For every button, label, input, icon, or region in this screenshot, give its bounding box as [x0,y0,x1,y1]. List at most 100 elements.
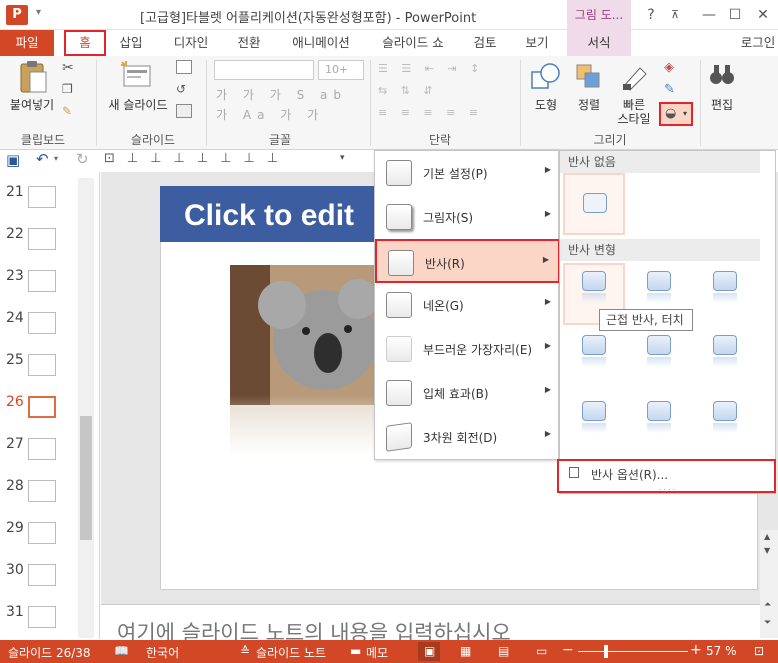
customize-qat-icon[interactable]: ▾ [340,153,345,163]
reset-icon[interactable]: ↺ [176,82,192,96]
language-indicator[interactable]: 한국어 [146,644,179,661]
no-reflection-option[interactable] [563,173,625,235]
section-icon[interactable] [176,104,192,118]
zoom-level[interactable]: 57 % [706,644,737,658]
slideshow-icon[interactable]: ▭ [536,644,547,658]
edit-button-label[interactable]: 편집 [706,96,738,113]
slide-thumbnail[interactable] [28,354,56,376]
menu-item-soft-edges[interactable]: 부드러운 가장자리(E) ▶ [375,327,560,371]
reflection-swatch[interactable] [713,401,737,421]
zoom-out-button[interactable]: − [562,642,574,658]
tab-slideshow[interactable]: 슬라이드 쇼 [380,30,446,56]
slide-thumbnail[interactable] [28,270,56,292]
koala-picture[interactable] [230,265,380,455]
scroll-up-icon[interactable]: ▲ [764,532,770,541]
menu-item-bevel[interactable]: 입체 효과(B) ▶ [375,371,560,415]
minimize-button[interactable]: — [698,4,720,26]
reading-view-icon[interactable]: ▤ [498,644,509,658]
comments-toggle[interactable]: 메모 [366,644,388,661]
slide-thumbnail[interactable] [28,438,56,460]
new-slide-button-label[interactable]: 새 슬라이드 [104,96,172,113]
ribbon-display-options-icon[interactable]: ⊼ [664,4,686,26]
slide-thumbnail-selected[interactable] [28,396,56,418]
zoom-in-button[interactable]: + [690,642,702,658]
slide-thumbnail[interactable] [28,480,56,502]
tab-animations[interactable]: 애니메이션 [290,30,352,56]
maximize-button[interactable]: ☐ [724,4,746,26]
shape-outline-icon[interactable]: ✎ [664,82,684,98]
menu-item-shadow[interactable]: 그림자(S) ▶ [375,195,560,239]
qat-align-tools[interactable]: ⊡⊥⊥⊥⊥⊥⊥⊥ [104,151,290,166]
shapes-button-label[interactable]: 도형 [530,96,562,113]
tab-view[interactable]: 보기 [524,30,550,56]
font-size-field[interactable]: 10+ [318,60,364,80]
qat-menu-icon[interactable]: ▾ [36,7,50,21]
tab-format[interactable]: 서식 [567,30,631,56]
menu-item-preset[interactable]: 기본 설정(P) ▶ [375,151,560,195]
shapes-icon[interactable] [530,62,562,92]
tab-home[interactable]: 홈 [64,30,106,56]
slide-thumbnail[interactable] [28,606,56,628]
font-name-field[interactable] [214,60,314,80]
reflection-swatch[interactable] [582,271,606,291]
slide-sorter-icon[interactable]: ▦ [460,644,471,658]
prev-slide-icon[interactable]: ⏶ [764,600,771,610]
save-icon[interactable]: ▣ [6,151,20,169]
copy-icon[interactable]: ❐ [62,82,78,98]
reflection-swatch[interactable] [647,335,671,355]
paste-button-label[interactable]: 붙여넣기 [7,96,57,113]
fit-to-window-icon[interactable]: ⊡ [754,644,764,658]
reflection-swatch[interactable] [647,401,671,421]
chevron-down-icon[interactable]: ▾ [54,154,58,163]
menu-item-3d-rotation[interactable]: 3차원 회전(D) ▶ [375,415,560,459]
format-painter-icon[interactable]: ✎ [62,104,78,120]
notes-toggle[interactable]: 슬라이드 노트 [256,644,326,661]
spell-check-icon[interactable]: 📖 [114,644,129,658]
tab-file[interactable]: 파일 [0,30,54,56]
shape-fill-icon[interactable]: ◈ [664,60,684,76]
login-link[interactable]: 로그인 [738,30,778,56]
cut-icon[interactable]: ✂ [62,60,78,76]
slide-thumbnail[interactable] [28,186,56,208]
reflection-swatch[interactable] [713,335,737,355]
paste-icon[interactable] [18,60,48,94]
quick-styles-icon[interactable] [620,62,650,92]
reflection-swatch[interactable] [582,401,606,421]
slide-thumbnail[interactable] [28,228,56,250]
tab-insert[interactable]: 삽입 [118,30,144,56]
picture-effects-button[interactable]: ◒ ▾ [659,102,693,126]
arrange-icon[interactable] [574,62,604,92]
notes-toggle-icon[interactable]: ≙ [240,644,250,658]
thumbnails-scrollbar[interactable] [78,178,94,638]
slide-thumbnail[interactable] [28,522,56,544]
quick-styles-label-2[interactable]: 스타일 [610,110,658,127]
tab-review[interactable]: 검토 [470,30,500,56]
canvas-scrollbar[interactable]: ▲ ▼ ⏶ ⏷ [760,530,778,638]
help-button[interactable]: ? [640,4,662,26]
zoom-slider-track[interactable] [578,651,688,652]
menu-item-glow[interactable]: 네온(G) ▶ [375,283,560,327]
new-slide-icon[interactable] [120,60,154,90]
binoculars-icon[interactable] [708,62,736,88]
comments-icon[interactable]: ▬ [350,644,361,658]
reflection-swatch[interactable] [713,271,737,291]
undo-icon[interactable]: ↶ [36,150,49,168]
layout-icon[interactable] [176,60,192,74]
reflection-swatch[interactable] [647,271,671,291]
menu-item-reflection[interactable]: 반사(R) ▶ [375,239,560,283]
resize-grip-icon[interactable]: .... [659,483,677,492]
slide-thumbnail[interactable] [28,564,56,586]
close-button[interactable]: ✕ [752,4,774,26]
tab-design[interactable]: 디자인 [172,30,210,56]
reflection-swatch[interactable] [582,335,606,355]
reflection-options-item[interactable]: 반사 옵션(R)... .... [557,459,776,493]
arrange-button-label[interactable]: 정렬 [572,96,606,113]
scrollbar-thumb[interactable] [80,416,92,540]
redo-icon[interactable]: ↻ [76,150,89,168]
notes-pane[interactable]: 여기에 슬라이드 노트의 내용을 입력하십시오 [101,604,778,645]
tab-transitions[interactable]: 전환 [234,30,264,56]
scroll-down-icon[interactable]: ▼ [764,546,770,555]
zoom-slider-thumb[interactable] [604,645,608,658]
next-slide-icon[interactable]: ⏷ [764,618,771,628]
slide-thumbnail[interactable] [28,312,56,334]
